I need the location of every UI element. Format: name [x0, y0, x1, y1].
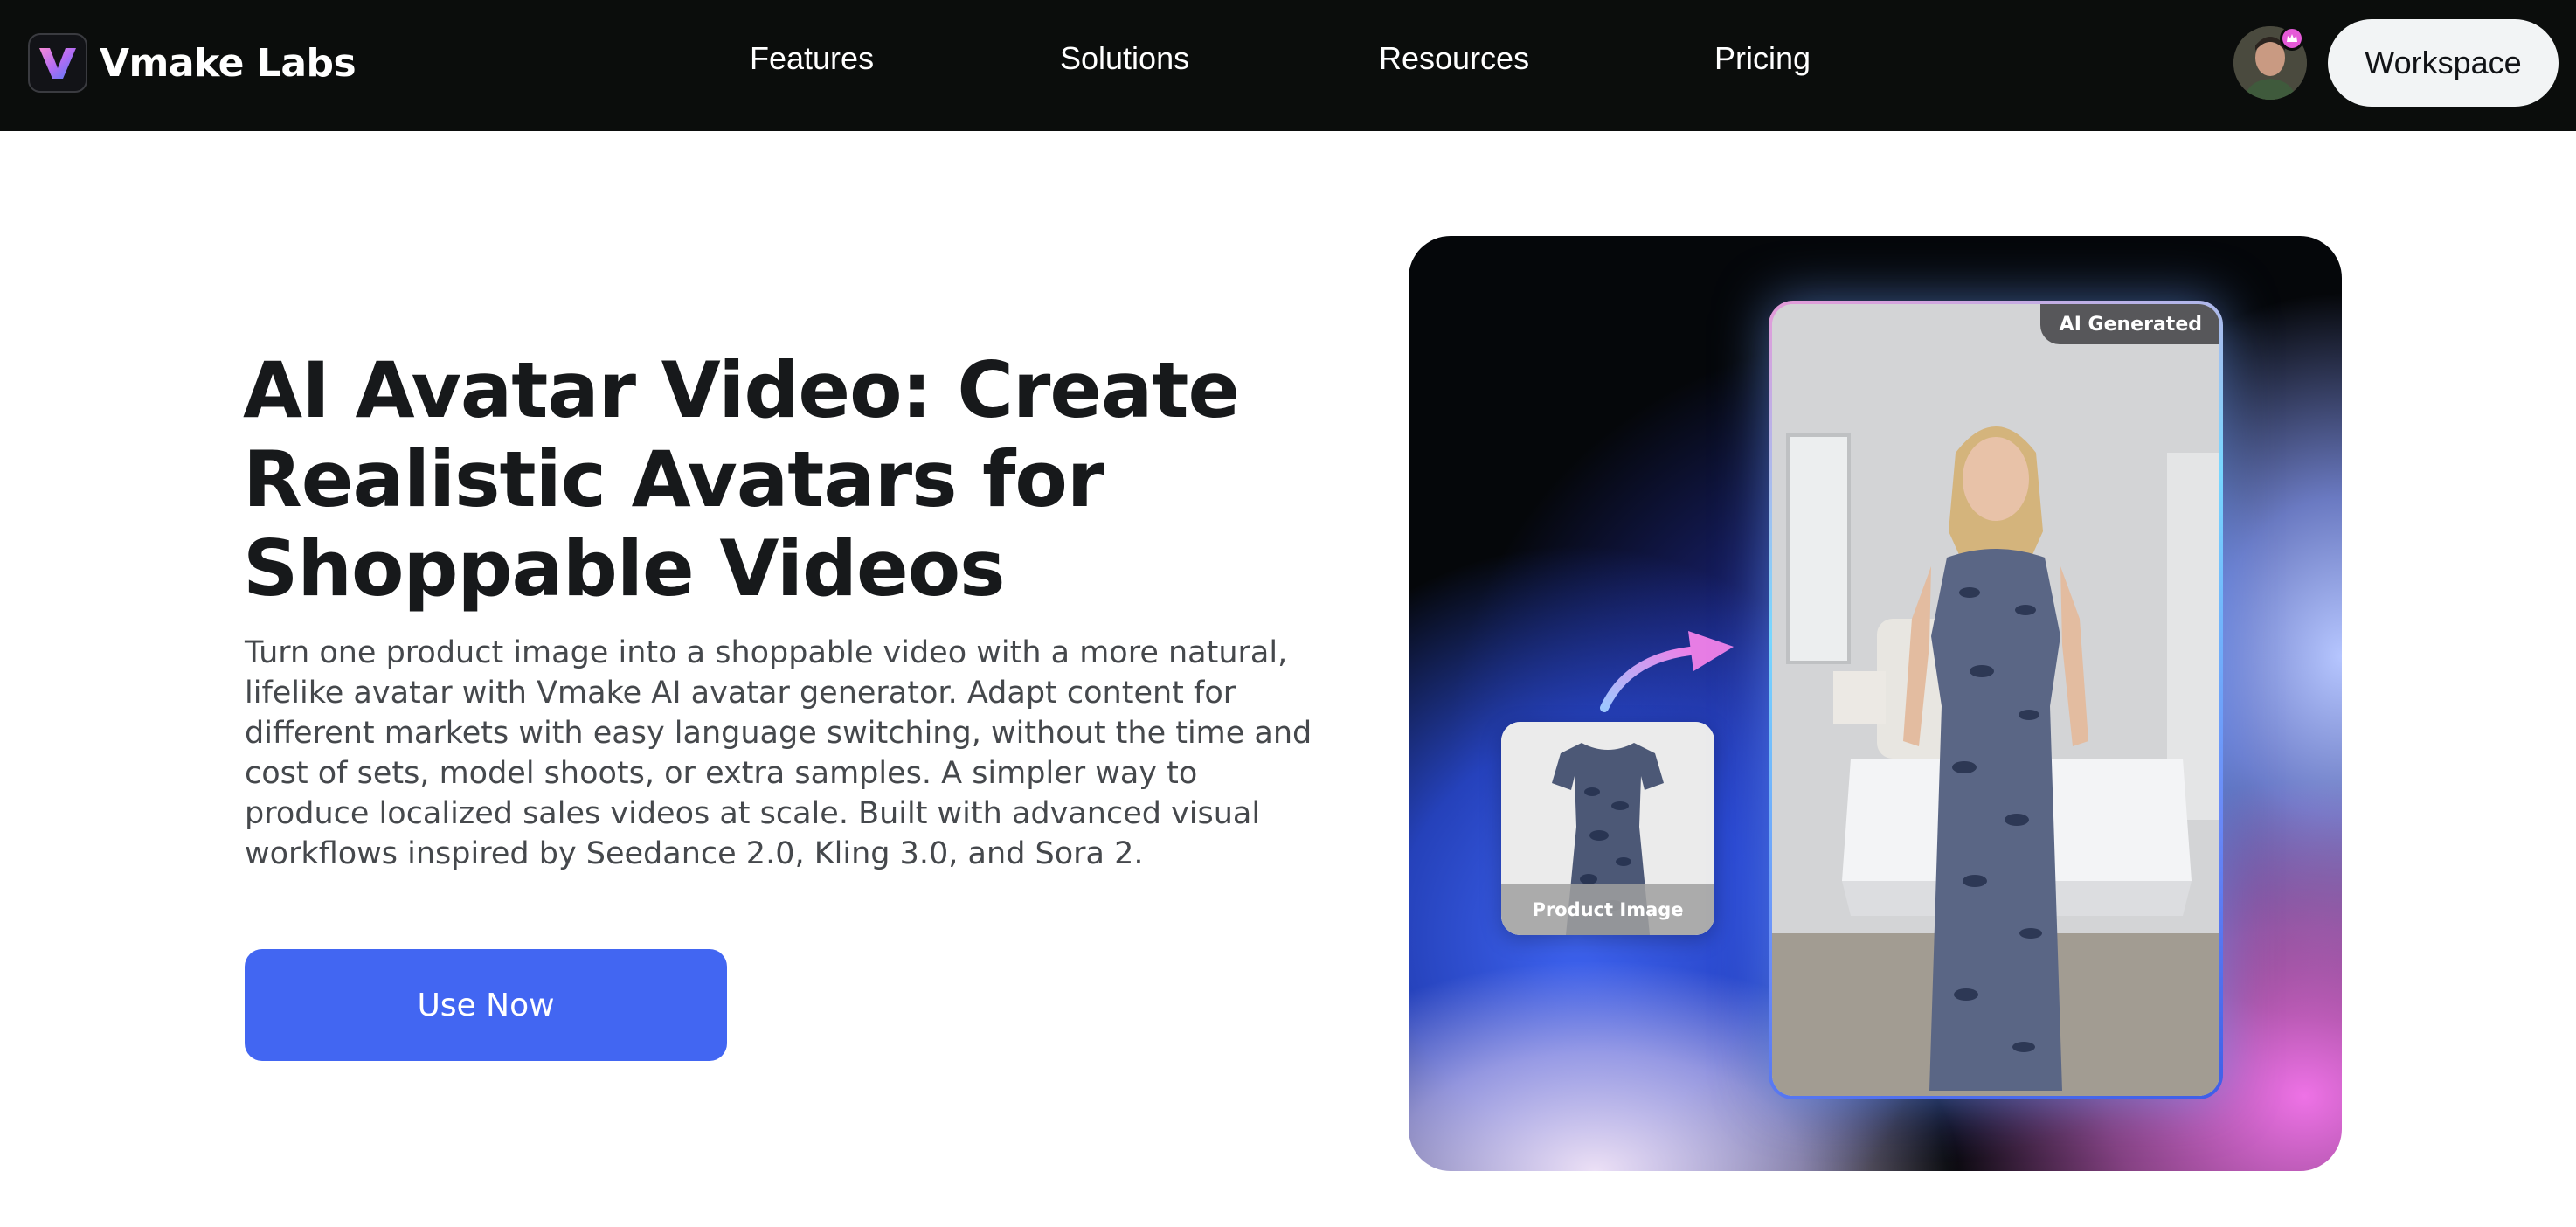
crown-badge-icon [2280, 26, 2304, 51]
workspace-button[interactable]: Workspace [2328, 19, 2559, 107]
ai-generated-badge: AI Generated [2039, 304, 2219, 344]
ai-generated-video-frame[interactable]: AI Generated [1769, 301, 2223, 1099]
brand[interactable]: Vmake Labs [28, 33, 357, 93]
nav-link-pricing[interactable]: Pricing [1714, 40, 1811, 77]
v-logo-icon [28, 33, 87, 93]
hero-description: Turn one product image into a shoppable … [245, 635, 1312, 871]
page-title: AI Avatar Video: Create Realistic Avatar… [243, 345, 1240, 614]
product-image-label: Product Image [1501, 884, 1714, 935]
brand-name: Vmake Labs [100, 40, 357, 86]
ai-generated-video: AI Generated [1772, 304, 2219, 1096]
curved-arrow-icon [1600, 631, 1734, 712]
hero-media: Product Image AI Generated [1409, 236, 2342, 1171]
top-nav: Vmake Labs Features Solutions Resources … [0, 0, 2576, 131]
nav-link-solutions[interactable]: Solutions [1060, 40, 1189, 77]
avatar-model-image [1772, 304, 2219, 1096]
nav-link-features[interactable]: Features [750, 40, 874, 77]
use-now-button[interactable]: Use Now [245, 949, 727, 1061]
product-image-card[interactable]: Product Image [1501, 722, 1714, 935]
nav-link-resources[interactable]: Resources [1379, 40, 1529, 77]
